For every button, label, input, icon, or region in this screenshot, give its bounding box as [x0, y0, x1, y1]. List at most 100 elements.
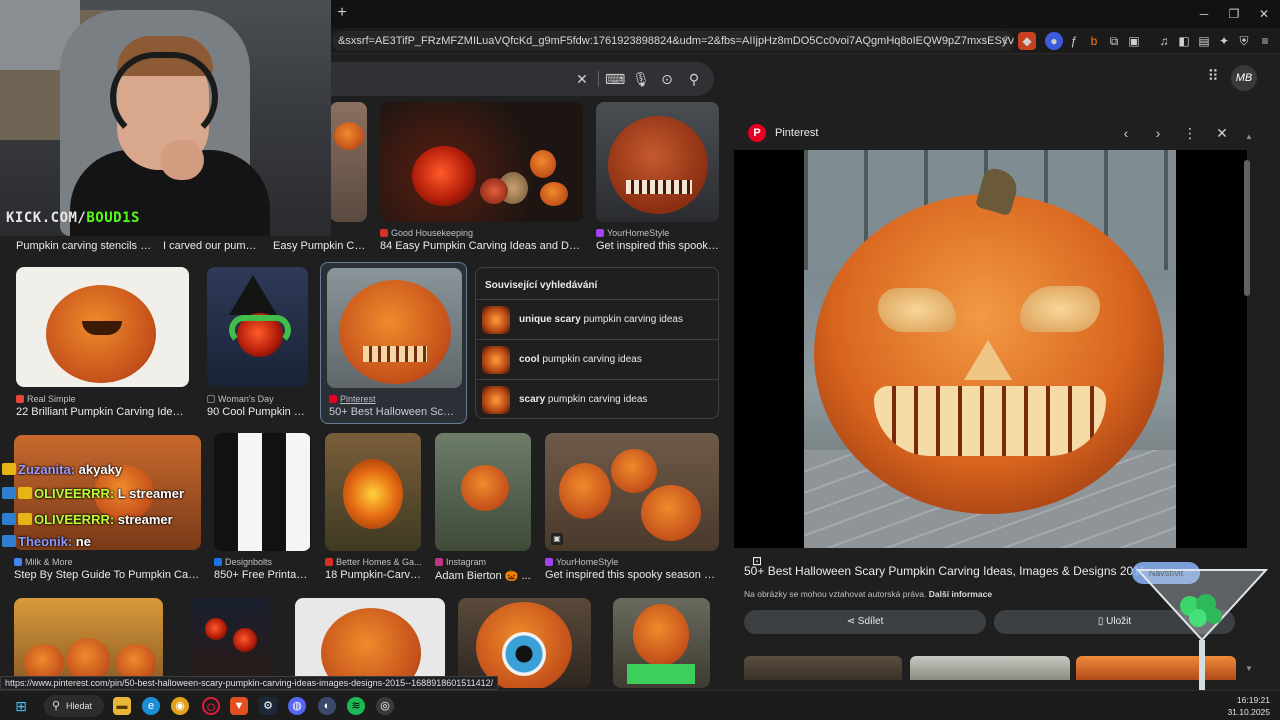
result-title[interactable]: 50+ Best Halloween Scary ... [329, 406, 459, 418]
preview-title[interactable]: 50+ Best Halloween Scary Pumpkin Carving… [744, 564, 1144, 578]
search-icon: ⚲ [52, 700, 61, 712]
result-source: Real Simple [16, 394, 189, 404]
preview-photo [804, 150, 1176, 548]
extension-f-icon[interactable]: ƒ [1065, 32, 1083, 50]
result-thumbnail[interactable] [295, 598, 445, 688]
link-status-bar: https://www.pinterest.com/pin/50-best-ha… [0, 676, 499, 690]
result-title[interactable]: 90 Cool Pumpkin Car... [207, 406, 308, 418]
leo-ai-icon[interactable]: ✦ [1215, 32, 1233, 50]
minimize-button[interactable]: ─ [1193, 5, 1215, 23]
sidebar-icon[interactable]: ◧ [1175, 32, 1193, 50]
vpn-shield-icon[interactable]: ⛨ [1235, 32, 1253, 50]
result-thumbnail[interactable] [189, 598, 269, 688]
result-source: Designbolts [214, 557, 311, 567]
microphone-icon[interactable]: 🎙 [632, 70, 650, 88]
close-preview-icon[interactable]: ✕ [1213, 124, 1231, 142]
result-thumbnail[interactable] [327, 268, 462, 388]
result-thumbnail[interactable] [380, 102, 583, 222]
result-thumbnail[interactable] [16, 267, 189, 387]
opera-icon[interactable]: O [202, 697, 220, 715]
preview-image[interactable]: ⊡ [734, 150, 1247, 568]
related-searches-title: Související vyhledávání [485, 280, 598, 291]
scrollbar-thumb[interactable] [1244, 160, 1250, 296]
result-thumbnail[interactable] [596, 102, 719, 222]
result-title[interactable]: Easy Pumpkin Car... [273, 240, 368, 252]
brave-shields-icon[interactable]: ◆ [1018, 32, 1036, 50]
related-search-item[interactable]: scary pumpkin carving ideas [476, 379, 718, 419]
search-icon[interactable]: ⚲ [685, 70, 703, 88]
next-image-icon[interactable]: › [1149, 124, 1167, 142]
steam-icon[interactable]: ⚙ [259, 697, 277, 715]
file-explorer-icon[interactable]: ▬ [113, 697, 131, 715]
more-info-link[interactable]: Další informace [929, 589, 992, 599]
scroll-up-icon[interactable]: ▲ [1244, 132, 1254, 142]
address-bar[interactable]: &sxsrf=AE3TifP_FRzMFZMILuaVQfcKd_g9mF5fd… [332, 31, 1014, 51]
apps-grid-icon[interactable]: ⠿ [1204, 68, 1222, 86]
related-search-item[interactable]: cool pumpkin carving ideas [476, 339, 718, 379]
discord-icon[interactable]: ◍ [288, 697, 306, 715]
chrome-icon[interactable]: ◉ [171, 697, 189, 715]
result-thumbnail[interactable] [214, 433, 311, 551]
selected-result-card[interactable]: Pinterest 50+ Best Halloween Scary ... [320, 262, 467, 424]
previous-image-icon[interactable]: ‹ [1117, 124, 1135, 142]
maximize-button[interactable]: ❐ [1223, 5, 1245, 23]
edge-icon[interactable]: e [142, 697, 160, 715]
result-thumbnail[interactable] [330, 102, 367, 222]
related-search-item[interactable]: unique scary pumpkin carving ideas [476, 299, 718, 339]
camera-search-icon[interactable]: ⊙ [658, 70, 676, 88]
media-controls-icon[interactable]: ♫ [1155, 32, 1173, 50]
result-thumbnail[interactable] [613, 598, 710, 688]
result-source: Good Housekeeping [380, 228, 583, 238]
extension-b-icon[interactable]: b [1085, 32, 1103, 50]
result-title[interactable]: Pumpkin carving stencils & ... [16, 240, 154, 252]
extension-box-icon[interactable]: ▣ [1125, 32, 1143, 50]
result-title[interactable]: Adam Bierton 🎃 ... [435, 569, 531, 582]
chat-message: OLIVEERRR: streamer [2, 512, 173, 527]
chat-message: Zuzanita: akyaky [2, 462, 122, 477]
channel-watermark: KICK.COM/BOUD1S [6, 210, 140, 226]
start-button-icon[interactable]: ⊞ [12, 697, 30, 715]
result-title[interactable]: Get inspired this spooky season with ... [545, 569, 719, 581]
result-thumbnail[interactable] [207, 267, 308, 387]
extensions-puzzle-icon[interactable]: ⧉ [1105, 32, 1123, 50]
system-clock[interactable]: 16:19:21 31.10.2025 [1227, 694, 1270, 718]
share-button[interactable]: ⋖ Sdílet [744, 610, 986, 634]
result-title[interactable]: 18 Pumpkin-Carvin... [325, 569, 421, 581]
result-title[interactable]: 22 Brilliant Pumpkin Carving Ideas to ..… [16, 406, 189, 418]
more-options-icon[interactable]: ⋮ [1181, 124, 1199, 142]
result-title[interactable]: Step By Step Guide To Pumpkin Carving... [14, 569, 201, 581]
spotify-icon[interactable]: ≋ [347, 697, 365, 715]
menu-icon[interactable]: ≡ [1256, 32, 1274, 50]
result-title[interactable]: I carved our pump... [163, 240, 258, 252]
result-title[interactable]: 84 Easy Pumpkin Carving Ideas and Desig.… [380, 240, 583, 252]
wallet-icon[interactable]: ▤ [1195, 32, 1213, 50]
clock-time: 16:19:21 [1236, 695, 1270, 705]
result-source: Milk & More [14, 557, 201, 567]
search-box[interactable]: ✕ ⌨ 🎙 ⊙ ⚲ [300, 62, 714, 96]
preview-site-name[interactable]: Pinterest [775, 127, 818, 139]
obs-icon[interactable]: ◎ [376, 697, 394, 715]
app-icon[interactable]: ◐ [318, 697, 336, 715]
chat-message: OLIVEERRR: L streamer [2, 486, 184, 501]
result-thumbnail[interactable] [458, 598, 591, 688]
address-bar-url: &sxsrf=AE3TifP_FRzMFZMILuaVQfcKd_g9mF5fd… [338, 35, 1014, 47]
result-thumbnail[interactable] [325, 433, 421, 551]
clear-search-icon[interactable]: ✕ [573, 70, 591, 88]
result-thumbnail[interactable] [14, 598, 163, 688]
result-thumbnail[interactable] [435, 433, 531, 551]
result-title[interactable]: 850+ Free Printabl... [214, 569, 311, 581]
share-page-icon[interactable]: ⇪ [1001, 31, 1010, 51]
close-window-button[interactable]: ✕ [1253, 5, 1275, 23]
extension-blue-icon[interactable]: ● [1045, 32, 1063, 50]
taskbar-search[interactable]: ⚲ Hledat [44, 695, 104, 717]
result-thumbnail[interactable]: ▣ [545, 433, 719, 551]
search-divider [598, 71, 599, 87]
related-image-thumbnail[interactable] [744, 656, 902, 680]
keyboard-icon[interactable]: ⌨ [605, 70, 625, 88]
clock-date: 31.10.2025 [1227, 707, 1270, 717]
result-title[interactable]: Get inspired this spooky ... [596, 240, 719, 252]
brave-icon[interactable]: ▼ [230, 697, 248, 715]
related-image-thumbnail[interactable] [910, 656, 1070, 680]
account-avatar[interactable]: MB [1231, 65, 1257, 91]
new-tab-button[interactable]: + [334, 4, 350, 22]
